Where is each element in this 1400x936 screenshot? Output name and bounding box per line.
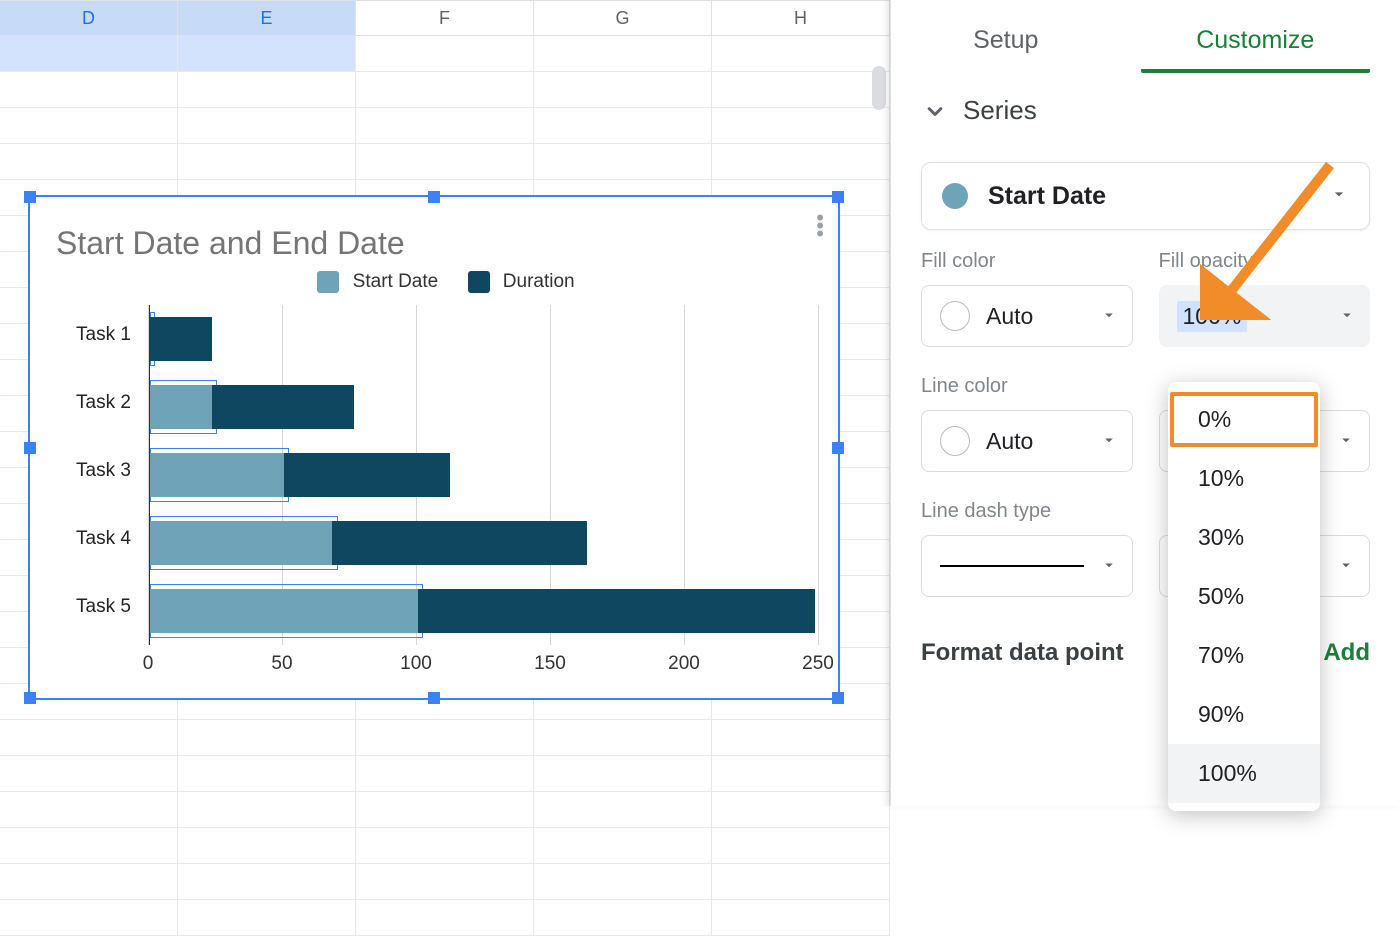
dropdown-arrow-icon [1100,553,1118,580]
series-color-dot [942,183,968,209]
col-header-h[interactable]: H [712,0,890,36]
col-header-f[interactable]: F [356,0,534,36]
add-data-point-button[interactable]: Add [1323,639,1370,667]
opacity-option[interactable]: 100% [1168,744,1320,803]
line-dash-select[interactable] [921,535,1133,597]
series-selected-name: Start Date [988,182,1329,211]
fill-color-select[interactable]: Auto [921,285,1133,347]
col-header-g[interactable]: G [534,0,712,36]
col-header-e[interactable]: E [178,0,356,36]
resize-handle[interactable] [832,442,844,454]
opacity-option[interactable]: 90% [1168,685,1320,744]
line-dash-label: Line dash type [921,500,1133,523]
line-color-select[interactable]: Auto [921,410,1133,472]
chart-menu-icon[interactable]: ••• [816,215,824,239]
legend-label-start: Start Date [353,271,439,292]
dropdown-arrow-icon [1100,428,1118,455]
legend-label-duration: Duration [503,271,575,292]
chart-legend: Start Date Duration [30,271,838,293]
fill-color-value: Auto [986,303,1033,330]
resize-handle[interactable] [832,692,844,704]
fill-color-label: Fill color [921,250,1133,273]
opacity-option[interactable]: 30% [1168,508,1320,567]
format-data-point-label: Format data point [921,639,1124,667]
dropdown-arrow-icon [1329,184,1349,209]
opacity-option[interactable]: 70% [1168,626,1320,685]
color-swatch-auto [940,426,970,456]
tab-customize[interactable]: Customize [1141,26,1371,73]
fill-opacity-select[interactable]: 100% [1159,285,1371,347]
chart-plot-area: 050100150200250Task 1Task 2Task 3Task 4T… [148,305,818,645]
line-color-value: Auto [986,428,1033,455]
dropdown-arrow-icon [1338,303,1356,330]
chart-container[interactable]: Start Date and End Date ••• Start Date D… [28,195,840,700]
fill-opacity-dropdown-menu[interactable]: 0%10%30%50%70%90%100% [1168,382,1320,811]
legend-swatch-start [317,271,339,293]
line-sample [940,565,1084,567]
chevron-down-icon [921,97,949,125]
resize-handle[interactable] [24,442,36,454]
line-color-label: Line color [921,375,1133,398]
resize-handle[interactable] [24,191,36,203]
opacity-option[interactable]: 50% [1168,567,1320,626]
tab-setup[interactable]: Setup [891,26,1121,73]
resize-handle[interactable] [428,692,440,704]
dropdown-arrow-icon [1100,303,1118,330]
resize-handle[interactable] [24,692,36,704]
color-swatch-auto [940,301,970,331]
col-header-d[interactable]: D [0,0,178,36]
dropdown-arrow-icon [1337,428,1355,455]
chart-title[interactable]: Start Date and End Date [56,225,405,262]
resize-handle[interactable] [428,191,440,203]
opacity-option[interactable]: 10% [1168,449,1320,508]
fill-opacity-label: Fill opacity [1159,250,1371,273]
series-label: Series [963,95,1037,126]
panel-tabs: Setup Customize [891,0,1400,73]
series-section-header[interactable]: Series [891,73,1400,140]
series-selector[interactable]: Start Date [921,162,1370,230]
opacity-option[interactable]: 0% [1168,390,1320,449]
column-headers: D E F G H [0,0,890,36]
chart-editor-panel: Setup Customize Series Start Date Fill c… [890,0,1400,806]
legend-swatch-duration [468,271,490,293]
resize-handle[interactable] [832,191,844,203]
fill-opacity-value: 100% [1177,301,1248,332]
dropdown-arrow-icon [1337,553,1355,580]
